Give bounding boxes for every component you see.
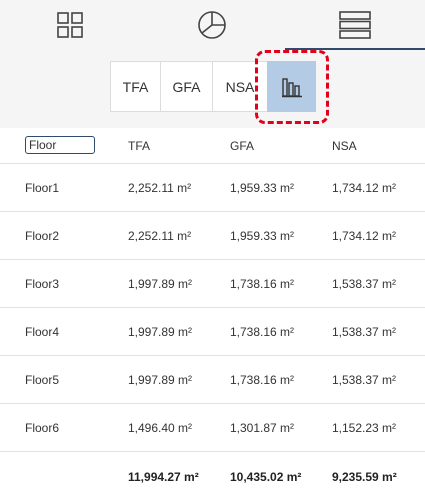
tfa-value: 1,496.40 m² <box>128 420 193 435</box>
tfa-value: 1,997.89 m² <box>128 372 193 387</box>
floor-name: Floor6 <box>25 420 60 435</box>
table-row: Floor1 2,252.11 m² 1,959.33 m² 1,734.12 … <box>0 164 425 212</box>
gfa-value: 1,301.87 m² <box>230 420 295 435</box>
bar-chart-icon <box>281 77 302 97</box>
table-row: Floor3 1,997.89 m² 1,738.16 m² 1,538.37 … <box>0 260 425 308</box>
table-header: TFA GFA NSA <box>0 128 425 164</box>
nsa-value: 1,734.12 m² <box>332 180 397 195</box>
header-gfa: GFA <box>230 138 255 153</box>
nsa-value: 1,734.12 m² <box>332 228 397 243</box>
toolbar: TFA GFA NSA <box>0 0 425 128</box>
total-tfa: 11,994.27 m² <box>128 470 199 484</box>
nsa-button[interactable]: NSA <box>212 61 268 112</box>
table-row: Floor2 2,252.11 m² 1,959.33 m² 1,734.12 … <box>0 212 425 260</box>
table-row: Floor6 1,496.40 m² 1,301.87 m² 1,152.23 … <box>0 404 425 452</box>
nsa-value: 1,152.23 m² <box>332 420 397 435</box>
floor-name: Floor3 <box>25 276 60 291</box>
grid-icon <box>57 12 83 38</box>
gfa-value: 1,959.33 m² <box>230 228 295 243</box>
header-nsa: NSA <box>332 138 357 153</box>
nsa-value: 1,538.37 m² <box>332 372 397 387</box>
table-row: Floor5 1,997.89 m² 1,738.16 m² 1,538.37 … <box>0 356 425 404</box>
table-row: Floor4 1,997.89 m² 1,738.16 m² 1,538.37 … <box>0 308 425 356</box>
bar-chart-button[interactable] <box>267 61 316 112</box>
list-rows-icon <box>339 11 371 39</box>
floor-name: Floor5 <box>25 372 60 387</box>
total-nsa: 9,235.59 m² <box>332 470 397 484</box>
tfa-value: 1,997.89 m² <box>128 276 193 291</box>
gfa-value: 1,738.16 m² <box>230 372 295 387</box>
nsa-value: 1,538.37 m² <box>332 276 397 291</box>
floor-filter-input[interactable] <box>25 136 95 154</box>
gfa-value: 1,738.16 m² <box>230 276 295 291</box>
header-tfa: TFA <box>128 138 151 153</box>
pie-chart-icon <box>198 11 226 39</box>
view-tab-pie[interactable] <box>142 0 282 50</box>
floor-name: Floor4 <box>25 324 60 339</box>
gfa-value: 1,959.33 m² <box>230 180 295 195</box>
floor-name: Floor2 <box>25 228 60 243</box>
total-gfa: 10,435.02 m² <box>230 470 302 484</box>
totals-row: 11,994.27 m² 10,435.02 m² 9,235.59 m² <box>0 452 425 502</box>
view-tab-grid[interactable] <box>0 0 140 50</box>
tfa-button[interactable]: TFA <box>110 61 161 112</box>
gfa-value: 1,738.16 m² <box>230 324 295 339</box>
nsa-value: 1,538.37 m² <box>332 324 397 339</box>
floor-name: Floor1 <box>25 180 60 195</box>
gfa-button[interactable]: GFA <box>160 61 213 112</box>
tfa-value: 2,252.11 m² <box>128 180 192 195</box>
view-tab-list[interactable] <box>285 0 425 50</box>
tfa-value: 2,252.11 m² <box>128 228 192 243</box>
tfa-value: 1,997.89 m² <box>128 324 193 339</box>
